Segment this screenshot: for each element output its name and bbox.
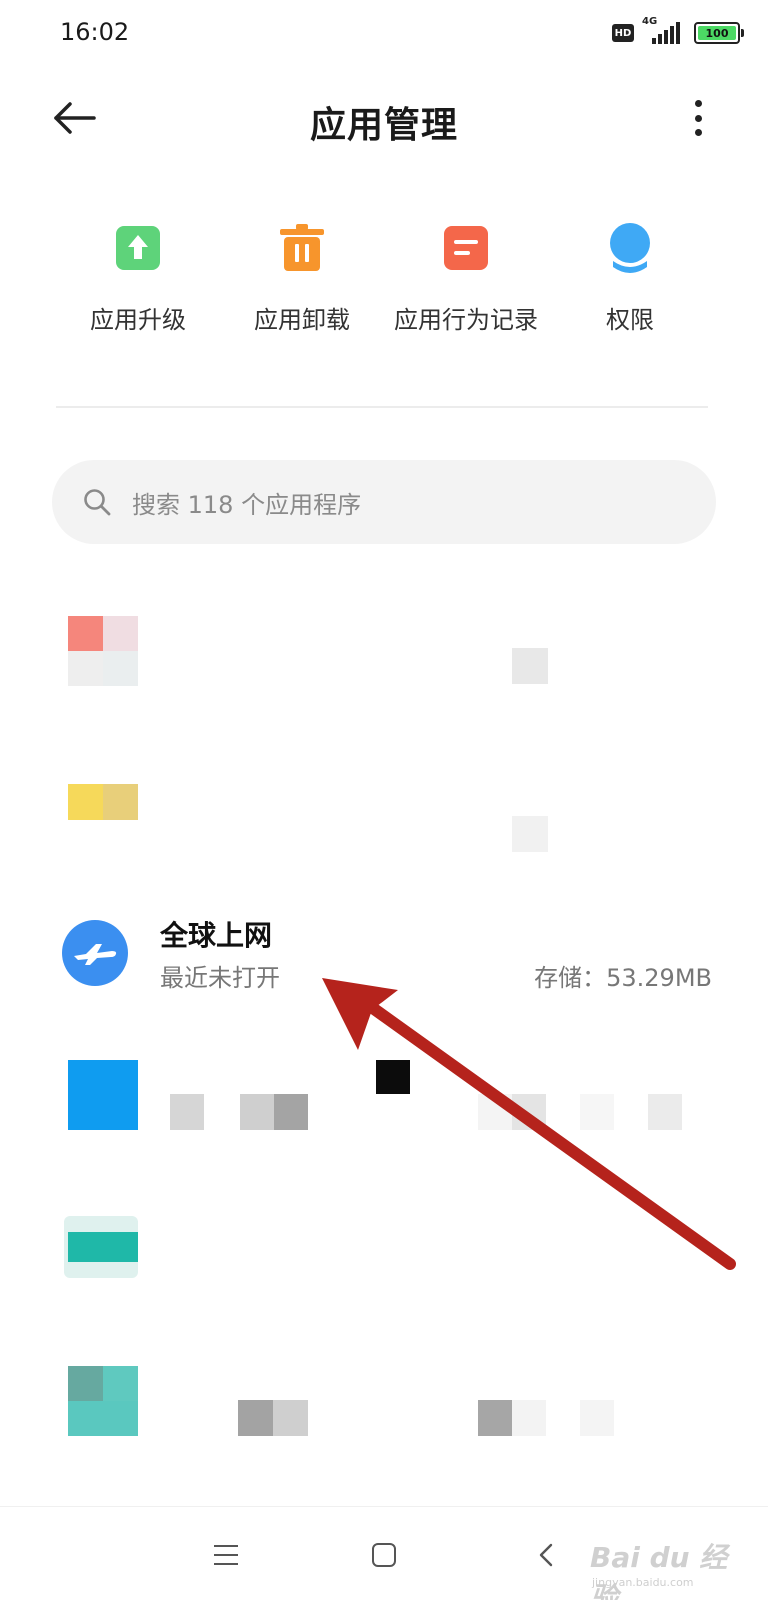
quick-action-label: 应用卸载: [254, 306, 350, 334]
page-title: 应用管理: [309, 105, 458, 146]
watermark-url: jingyan.baidu.com: [592, 1576, 694, 1589]
watermark-brand: Bai du 经验: [590, 1541, 728, 1600]
list-item-obscured[interactable]: [0, 770, 768, 870]
quick-action-label: 应用行为记录: [394, 306, 538, 334]
quick-action-label: 应用升级: [90, 306, 186, 334]
obscured-app-icon: [64, 1216, 138, 1278]
more-vertical-icon[interactable]: [692, 100, 704, 136]
list-item-obscured[interactable]: [0, 1060, 768, 1160]
battery-level: 100: [698, 26, 736, 40]
obscured-block: [376, 1060, 410, 1094]
status-bar: 16:02 HD 4G 100: [0, 0, 768, 66]
airplane-icon: [60, 918, 130, 988]
watermark: Bai du 经验 jingyan.baidu.com: [590, 1516, 750, 1600]
obscured-block: [478, 1400, 618, 1436]
list-item-obscured[interactable]: [0, 1366, 768, 1466]
app-name: 全球上网: [160, 919, 273, 952]
permission-icon: [604, 222, 656, 274]
status-icons: HD 4G 100: [612, 16, 744, 46]
obscured-app-icon: [68, 616, 138, 686]
search-input[interactable]: 搜索 118 个应用程序: [52, 460, 716, 544]
divider: [56, 406, 708, 408]
signal-icon: 4G: [642, 16, 686, 46]
app-storage: 存储：53.29MB: [534, 964, 712, 992]
home-icon[interactable]: [372, 1543, 396, 1567]
obscured-block: [170, 1094, 310, 1130]
status-time: 16:02: [60, 18, 130, 46]
obscured-block: [512, 816, 548, 852]
record-icon: [440, 222, 492, 274]
upgrade-icon: [112, 222, 164, 274]
app-last-opened: 最近未打开: [160, 964, 280, 992]
quick-action-label: 权限: [606, 306, 654, 334]
trash-icon: [276, 222, 328, 274]
quick-actions: 应用升级 应用卸载 应用行为记录 权限: [56, 222, 712, 335]
hd-icon: HD: [612, 24, 634, 42]
back-chevron-icon[interactable]: [536, 1543, 556, 1567]
quick-action-behavior-log[interactable]: 应用行为记录: [384, 222, 548, 335]
search-icon: [84, 489, 111, 516]
obscured-app-icon: [68, 1060, 138, 1130]
obscured-block: [238, 1400, 308, 1436]
menu-icon[interactable]: [214, 1545, 238, 1565]
quick-action-upgrade[interactable]: 应用升级: [56, 222, 220, 335]
list-item-obscured[interactable]: [0, 1212, 768, 1312]
obscured-app-icon: [68, 784, 138, 820]
header: 应用管理: [0, 70, 768, 170]
obscured-block: [478, 1094, 684, 1130]
app-list-item[interactable]: 全球上网 最近未打开 存储：53.29MB: [0, 904, 768, 1004]
obscured-app-icon: [68, 1366, 138, 1436]
quick-action-uninstall[interactable]: 应用卸载: [220, 222, 384, 335]
list-item-obscured[interactable]: [0, 606, 768, 706]
obscured-block: [512, 648, 548, 684]
battery-icon: 100: [694, 22, 744, 44]
search-placeholder: 搜索 118 个应用程序: [132, 490, 362, 519]
quick-action-permissions[interactable]: 权限: [548, 222, 712, 335]
